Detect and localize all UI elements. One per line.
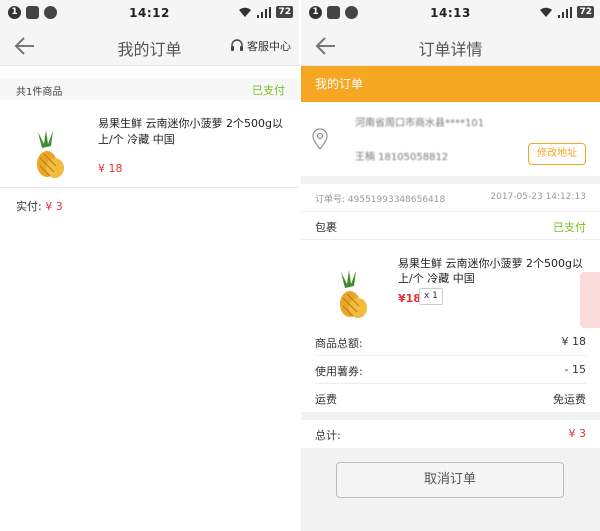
- total-value: ¥ 3: [568, 427, 587, 440]
- product-name: 易果生鲜 云南迷你小菠萝 2个500g以上/个 冷藏 中国: [98, 117, 283, 146]
- order-date: 2017-05-23 14:12:13: [490, 192, 586, 202]
- customer-service-button[interactable]: 客服中心: [230, 38, 291, 54]
- contact-text: 王楠 18105058812: [355, 152, 449, 163]
- total-label: 总计:: [315, 429, 341, 442]
- order-summary-bar: 共1件商品 已支付: [0, 78, 299, 100]
- paid-total: 实付: ¥ 3: [16, 198, 63, 214]
- pineapple-image: [37, 130, 64, 178]
- wifi-icon: [239, 7, 252, 17]
- product-price: ¥18: [398, 292, 421, 305]
- order-detail-screen: 1 14:13 72 订单详情 我的订单 河南省周口市商水县****101 王楠…: [301, 0, 600, 531]
- shipping-row: 运费 免运费: [315, 384, 586, 412]
- headset-icon: [231, 39, 243, 51]
- coupon-row: 使用薯券: - 15: [315, 356, 586, 384]
- shipping-value: 免运费: [553, 393, 586, 406]
- nav-bar: 我的订单 客服中心: [0, 26, 299, 66]
- order-list-screen: 1 14:12 72 我的订单 客服中心 共1件商品 已支付 易果生鲜 云南迷你…: [0, 0, 299, 531]
- location-pin-icon: [312, 128, 328, 150]
- quantity-badge: x 1: [419, 288, 443, 305]
- price-breakdown: 商品总额: ¥ 18 使用薯券: - 15 运费 免运费: [301, 328, 600, 412]
- address-text: 河南省周口市商水县****101: [355, 118, 485, 129]
- product-price: ¥ 18: [98, 162, 123, 175]
- page-title: 订单详情: [418, 40, 483, 59]
- item-count: 共1件商品: [16, 87, 63, 98]
- order-number: 订单号: 49551993348656418: [315, 195, 446, 205]
- battery-level: 72: [577, 6, 594, 18]
- coupon-value: - 15: [564, 363, 586, 376]
- shipping-label: 运费: [315, 393, 337, 406]
- coupon-label: 使用薯券:: [315, 365, 363, 378]
- paid-total-value: ¥ 3: [45, 200, 63, 213]
- subtotal-label: 商品总额:: [315, 337, 363, 350]
- customer-service-label: 客服中心: [247, 40, 291, 53]
- status-bar: 1 14:12 72: [0, 0, 299, 26]
- signal-icon: [558, 6, 573, 18]
- section-title: 我的订单: [315, 77, 364, 91]
- order-item[interactable]: 易果生鲜 云南迷你小菠萝 2个500g以上/个 冷藏 中国 ¥18 x 1: [301, 240, 600, 328]
- address-card: 河南省周口市商水县****101 王楠 18105058812 修改地址: [301, 102, 600, 176]
- package-label: 包裹: [315, 221, 337, 234]
- signal-icon: [257, 6, 272, 18]
- status-badge: 已支付: [553, 221, 586, 234]
- cancel-order-button[interactable]: 取消订单: [336, 462, 564, 498]
- package-row: 包裹 已支付: [301, 212, 600, 240]
- section-header: 我的订单: [301, 66, 600, 102]
- status-bar: 1 14:13 72: [301, 0, 600, 26]
- total-row: 总计: ¥ 3: [301, 420, 600, 448]
- battery-level: 72: [276, 6, 293, 18]
- edit-address-button[interactable]: 修改地址: [528, 143, 586, 165]
- order-info-row: 订单号: 49551993348656418 2017-05-23 14:12:…: [301, 184, 600, 212]
- pineapple-image: [340, 270, 367, 318]
- product-name: 易果生鲜 云南迷你小菠萝 2个500g以上/个 冷藏 中国: [398, 257, 583, 285]
- wifi-icon: [540, 7, 553, 17]
- paid-total-label: 实付:: [16, 200, 42, 213]
- subtotal-row: 商品总额: ¥ 18: [315, 328, 586, 356]
- nav-bar: 订单详情: [301, 26, 600, 66]
- status-badge: 已支付: [252, 84, 285, 97]
- order-item[interactable]: 易果生鲜 云南迷你小菠萝 2个500g以上/个 冷藏 中国 ¥ 18: [0, 100, 299, 188]
- floating-side-tab[interactable]: [580, 272, 600, 328]
- subtotal-value: ¥ 18: [561, 335, 587, 348]
